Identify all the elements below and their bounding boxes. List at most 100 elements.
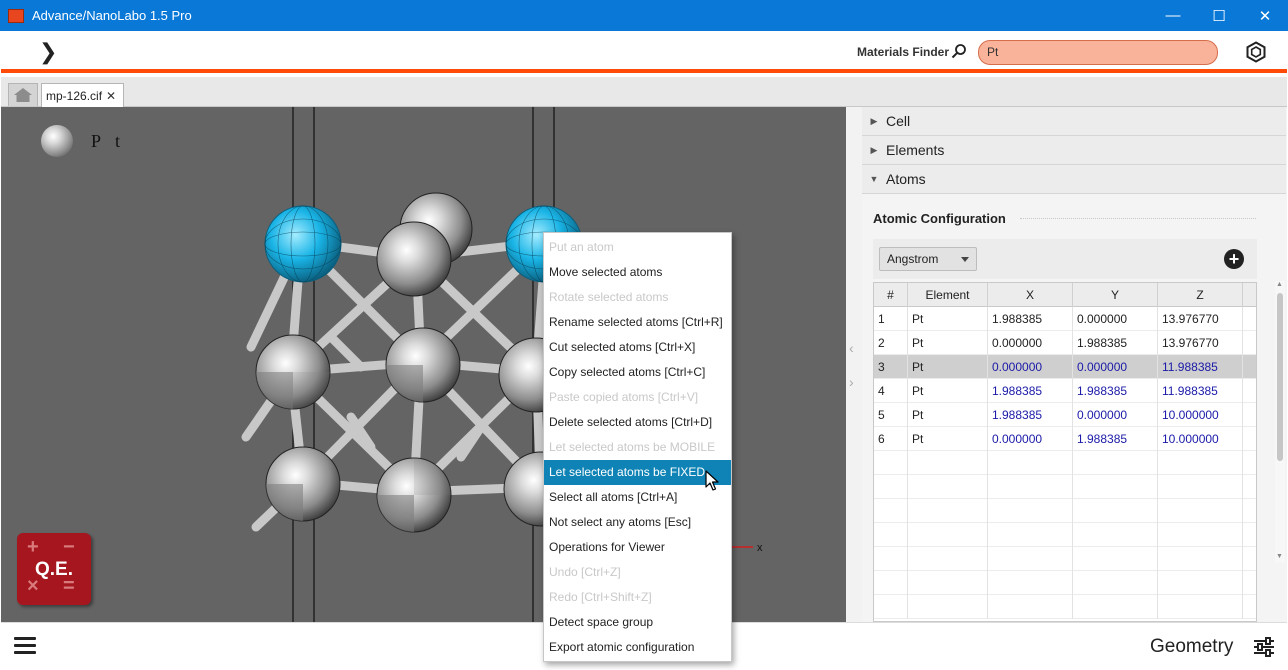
cell-z xyxy=(1158,571,1243,595)
cell-x xyxy=(988,451,1073,475)
expand-triangle-icon: ▶ xyxy=(870,144,878,155)
context-menu-item[interactable]: Not select any atoms [Esc] xyxy=(544,510,731,535)
context-menu-item: Let selected atoms be MOBILE xyxy=(549,440,716,454)
scroll-down-icon[interactable]: ▼ xyxy=(1276,553,1283,560)
cell-element xyxy=(908,523,988,547)
table-row[interactable] xyxy=(874,475,1256,499)
search-icon[interactable] xyxy=(951,43,967,59)
units-select[interactable]: Angstrom xyxy=(879,247,977,271)
cell-y xyxy=(1073,499,1158,523)
context-menu-item[interactable]: Delete selected atoms [Ctrl+D] xyxy=(544,410,731,435)
tab-mp-126[interactable]: mp-126.cif ✕ xyxy=(41,83,124,107)
cell-index xyxy=(874,547,908,571)
hamburger-menu-icon[interactable] xyxy=(14,637,36,655)
settings-sliders-icon[interactable] xyxy=(1253,637,1275,657)
minimize-button[interactable]: — xyxy=(1150,0,1196,31)
context-menu-item: Redo [Ctrl+Shift+Z] xyxy=(549,590,652,604)
context-menu-item[interactable]: Move selected atoms xyxy=(544,260,731,285)
context-menu-item[interactable]: Operations for Viewer xyxy=(544,535,731,560)
context-menu-item[interactable]: Export atomic configuration xyxy=(544,635,731,660)
section-atoms[interactable]: ▼ Atoms xyxy=(862,165,1286,194)
cell-y: 1.988385 xyxy=(1073,379,1158,403)
section-label: Elements xyxy=(886,142,945,158)
table-row[interactable] xyxy=(874,451,1256,475)
cell-z: 13.976770 xyxy=(1158,331,1243,355)
section-elements[interactable]: ▶ Elements xyxy=(862,136,1286,165)
scroll-up-icon[interactable]: ▲ xyxy=(1276,281,1283,288)
main-toolbar: ❯ Materials Finder Pt xyxy=(1,31,1287,73)
table-row[interactable] xyxy=(874,595,1256,619)
units-bar: Angstrom + xyxy=(873,239,1257,279)
title-bar: Advance/NanoLabo 1.5 Pro — ☐ ✕ xyxy=(0,0,1288,31)
context-menu-item[interactable]: Rename selected atoms [Ctrl+R] xyxy=(544,310,731,335)
context-menu-item[interactable]: Detect space group xyxy=(544,610,731,635)
collapse-left-chevron-icon[interactable]: ‹ xyxy=(849,340,854,356)
quantum-espresso-logo[interactable]: + − × = Q.E. xyxy=(17,533,91,605)
cell-element xyxy=(908,451,988,475)
cell-x: 0.000000 xyxy=(988,427,1073,451)
panel-splitter[interactable]: ‹ › xyxy=(846,107,862,622)
cell-z xyxy=(1158,451,1243,475)
cell-index: 5 xyxy=(874,403,908,427)
hexagon-icon[interactable] xyxy=(1245,41,1267,63)
section-cell[interactable]: ▶ Cell xyxy=(862,107,1286,136)
panel-scrollbar[interactable]: ▲ ▼ xyxy=(1275,281,1285,563)
maximize-button[interactable]: ☐ xyxy=(1196,0,1242,31)
column-header-z[interactable]: Z xyxy=(1158,283,1243,307)
table-row[interactable] xyxy=(874,571,1256,595)
context-menu-item[interactable]: Copy selected atoms [Ctrl+C] xyxy=(544,360,731,385)
cell-x: 1.988385 xyxy=(988,403,1073,427)
cell-y xyxy=(1073,571,1158,595)
table-row[interactable]: 2 Pt 0.000000 1.988385 13.976770 xyxy=(874,331,1256,355)
cell-y: 1.988385 xyxy=(1073,427,1158,451)
context-menu-item: Undo [Ctrl+Z] xyxy=(549,565,621,579)
table-row[interactable]: 1 Pt 1.988385 0.000000 13.976770 xyxy=(874,307,1256,331)
cell-index xyxy=(874,499,908,523)
materials-finder-label: Materials Finder xyxy=(857,45,950,59)
column-header-x[interactable]: X xyxy=(988,283,1073,307)
context-menu-item[interactable]: Select all atoms [Ctrl+A] xyxy=(544,485,731,510)
context-menu-item[interactable]: Cut selected atoms [Ctrl+X] xyxy=(544,335,731,360)
cell-z xyxy=(1158,595,1243,619)
table-row[interactable]: 4 Pt 1.988385 1.988385 11.988385 xyxy=(874,379,1256,403)
column-header-y[interactable]: Y xyxy=(1073,283,1158,307)
add-atom-icon[interactable]: + xyxy=(1224,249,1244,269)
cell-x xyxy=(988,499,1073,523)
table-row[interactable] xyxy=(874,499,1256,523)
cell-z xyxy=(1158,499,1243,523)
table-row[interactable] xyxy=(874,523,1256,547)
cell-y xyxy=(1073,595,1158,619)
expand-nav-chevron-icon[interactable]: ❯ xyxy=(39,39,57,65)
cell-element xyxy=(908,571,988,595)
cell-element: Pt xyxy=(908,331,988,355)
properties-panel: ▶ Cell ▶ Elements ▼ Atoms Atomic Configu… xyxy=(862,107,1287,622)
cell-index xyxy=(874,523,908,547)
cell-y: 0.000000 xyxy=(1073,403,1158,427)
cell-index xyxy=(874,475,908,499)
atoms-section-body: Atomic Configuration Angstrom + # Elemen… xyxy=(862,194,1286,622)
column-header-index[interactable]: # xyxy=(874,283,908,307)
context-menu-item[interactable]: Let selected atoms be FIXED xyxy=(544,460,731,485)
cell-y xyxy=(1073,451,1158,475)
table-row[interactable]: 6 Pt 0.000000 1.988385 10.000000 xyxy=(874,427,1256,451)
mode-label: Geometry xyxy=(1150,636,1234,657)
scrollbar-thumb[interactable] xyxy=(1277,293,1283,461)
cell-z xyxy=(1158,475,1243,499)
cell-index: 6 xyxy=(874,427,908,451)
table-row[interactable]: 3 Pt 0.000000 0.000000 11.988385 xyxy=(874,355,1256,379)
cell-y xyxy=(1073,523,1158,547)
table-row[interactable] xyxy=(874,547,1256,571)
home-tab[interactable] xyxy=(8,83,38,106)
cell-x: 1.988385 xyxy=(988,307,1073,331)
materials-search-input[interactable]: Pt xyxy=(978,40,1218,65)
cell-x xyxy=(988,595,1073,619)
tab-close-icon[interactable]: ✕ xyxy=(106,89,116,103)
table-row[interactable]: 5 Pt 1.988385 0.000000 10.000000 xyxy=(874,403,1256,427)
cell-z: 11.988385 xyxy=(1158,355,1243,379)
column-header-element[interactable]: Element xyxy=(908,283,988,307)
cell-element xyxy=(908,595,988,619)
collapse-right-chevron-icon[interactable]: › xyxy=(849,374,854,390)
close-button[interactable]: ✕ xyxy=(1242,0,1288,31)
cell-element: Pt xyxy=(908,307,988,331)
window-title: Advance/NanoLabo 1.5 Pro xyxy=(32,8,192,23)
